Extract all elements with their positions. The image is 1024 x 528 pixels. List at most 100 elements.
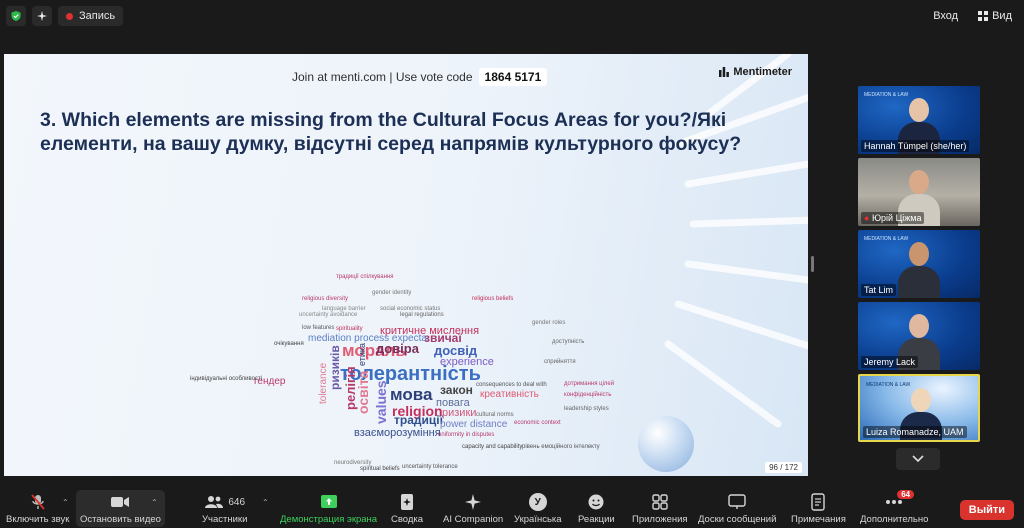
notes-button[interactable]: Примечания <box>791 492 846 525</box>
word-cloud-word: рівень емоційного інтелекту <box>522 444 600 450</box>
mic-muted-icon <box>30 494 45 510</box>
participant-name: Jeremy Lack <box>861 356 919 368</box>
meeting-toolbar: Включить звук ⌃ Остановить видео ⌃ 646 У… <box>0 488 1024 528</box>
top-bar: Запись Вход Вид <box>0 0 1024 32</box>
word-cloud-word: очікування <box>274 341 304 347</box>
word-cloud-word: spirituality <box>336 326 363 332</box>
brand-name: Mentimeter <box>733 66 792 78</box>
language-label: Українська <box>514 514 562 525</box>
word-cloud-word: uncertainty tolerance <box>402 464 458 470</box>
word-cloud-word: релігія <box>343 366 358 410</box>
enter-button[interactable]: Вход <box>927 6 964 26</box>
participant-name: Hannah Tümpel (she/her) <box>861 140 970 152</box>
word-cloud-word: мова <box>390 385 433 404</box>
participants-button[interactable]: 646 Участники <box>202 492 247 525</box>
reactions-button[interactable]: Реакции <box>578 492 615 525</box>
word-cloud-word: capacity and capability <box>462 444 523 450</box>
participant-tile[interactable]: MEDIATION & LAW Tat Lim <box>858 230 980 298</box>
participant-video <box>896 240 942 298</box>
word-cloud-word: low features <box>302 325 335 331</box>
more-badge: 64 <box>897 490 915 499</box>
participants-count: 646 <box>228 496 246 508</box>
participant-gallery: MEDIATION & LAW Hannah Tümpel (she/her) … <box>858 86 980 446</box>
more-button[interactable]: 64 Дополнительно <box>860 490 928 525</box>
summary-icon <box>401 494 414 510</box>
word-cloud-word: gender identity <box>372 290 412 296</box>
language-icon: У <box>528 493 547 511</box>
ai-companion-button[interactable]: AI Companion <box>443 492 503 525</box>
participants-label: Участники <box>202 514 248 525</box>
word-cloud-word: uncertainty avoidance <box>299 312 358 318</box>
language-button[interactable]: У Українська <box>514 492 562 525</box>
mute-options-caret[interactable]: ⌃ <box>62 498 69 507</box>
word-cloud-word: сприйняття <box>544 359 576 365</box>
participant-name: ● Юрій Ціжма <box>861 212 925 224</box>
enter-label: Вход <box>933 10 959 22</box>
question-title: 3. Which elements are missing from the C… <box>40 109 742 155</box>
view-button[interactable]: Вид <box>972 6 1018 26</box>
split-handle[interactable] <box>811 256 814 272</box>
shared-screen[interactable]: Join at menti.com | Use vote code 1864 5… <box>4 54 808 476</box>
shield-icon[interactable] <box>6 6 26 26</box>
participant-tile[interactable]: MEDIATION & LAW Hannah Tümpel (she/her) <box>858 86 980 154</box>
slide-counter: 96 / 172 <box>765 462 802 473</box>
emoji-icon <box>588 494 604 510</box>
participant-tile[interactable]: ● Юрій Ціжма <box>858 158 980 226</box>
word-cloud-word: religious diversity <box>302 296 349 302</box>
word-cloud-word: tolerance <box>318 362 329 404</box>
participant-tile[interactable]: Jeremy Lack <box>858 302 980 370</box>
whiteboards-label: Доски сообщений <box>698 514 777 525</box>
apps-icon <box>652 494 668 510</box>
word-cloud-word: mediation process expecta <box>308 333 427 344</box>
whiteboard-icon <box>728 494 746 509</box>
gallery-scroll-down-button[interactable] <box>896 448 940 470</box>
word-cloud-word: legal regulations <box>400 312 444 318</box>
leave-button[interactable]: Выйти <box>959 500 1014 520</box>
mute-button[interactable]: Включить звук <box>6 492 69 525</box>
share-screen-button[interactable]: Демонстрация экрана <box>280 492 377 525</box>
notes-label: Примечания <box>791 514 846 525</box>
word-cloud-word: доступність <box>552 339 585 345</box>
decorative-sphere <box>638 416 694 472</box>
apps-label: Приложения <box>632 514 688 525</box>
word-cloud-word: religious beliefs <box>472 296 514 302</box>
summary-button[interactable]: Сводка <box>391 492 423 525</box>
word-cloud-word: consequences to deal with <box>476 382 547 388</box>
word-cloud-word: uniformity in disputes <box>438 432 495 438</box>
word-cloud-word: традиції спілкування <box>336 274 394 280</box>
word-cloud-word: взаєморозуміння <box>354 427 441 439</box>
ai-companion-label: AI Companion <box>443 514 504 525</box>
participant-name: Luiza Romanadze, UAM <box>863 426 967 438</box>
word-cloud-word: етика <box>357 343 367 366</box>
whiteboards-button[interactable]: Доски сообщений <box>698 492 776 525</box>
record-dot-icon <box>66 12 73 20</box>
notes-icon <box>811 493 826 511</box>
participant-tile-active-speaker[interactable]: MEDIATION & LAW Luiza Romanadze, UAM <box>858 374 980 442</box>
word-cloud-word: закон <box>440 383 473 397</box>
word-cloud-word: experience <box>440 356 494 368</box>
word-cloud-word: конфіденційність <box>564 392 612 398</box>
video-label: Остановить видео <box>80 514 161 525</box>
ai-sparkle-icon <box>465 494 482 510</box>
grid-icon <box>978 11 989 21</box>
sparkle-icon[interactable] <box>32 6 52 26</box>
word-cloud-word: gender roles <box>532 320 566 326</box>
mentimeter-logo: Mentimeter <box>719 66 792 78</box>
participant-name: Tat Lim <box>861 284 897 296</box>
video-camera-icon <box>111 497 130 507</box>
participants-options-caret[interactable]: ⌃ <box>262 498 269 507</box>
mute-label: Включить звук <box>6 514 70 525</box>
word-cloud-word: cultural norms <box>476 412 514 418</box>
word-cloud-word: power distance <box>440 419 508 430</box>
word-cloud: толерантність мова мораль довіра religion val… <box>184 214 614 476</box>
word-cloud-word: освіта <box>355 370 371 414</box>
word-cloud-word: ризики <box>442 407 477 419</box>
stop-video-button[interactable]: Остановить видео <box>76 490 165 527</box>
word-cloud-word: ризиків <box>328 345 342 390</box>
word-cloud-word: традиції <box>394 413 443 427</box>
word-cloud-word: leadership styles <box>564 406 609 412</box>
apps-button[interactable]: Приложения <box>632 492 688 525</box>
video-options-caret[interactable]: ⌃ <box>151 498 158 507</box>
record-button[interactable]: Запись <box>58 6 124 26</box>
word-cloud-word: креативність <box>480 389 539 400</box>
